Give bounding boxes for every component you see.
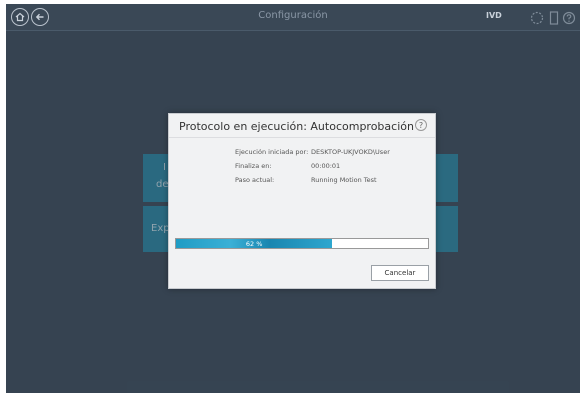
ivd-label: IVD: [486, 11, 502, 20]
info-label: Paso actual:: [235, 176, 275, 184]
info-label: Ejecución iniciada por:: [235, 148, 309, 156]
info-value: 00:00:01: [311, 162, 341, 170]
progress-bar: 62 %: [175, 238, 429, 249]
top-bar: Configuración IVD: [6, 4, 580, 31]
protocol-dialog: Protocolo en ejecución: Autocomprobación…: [168, 113, 436, 289]
divider: [169, 137, 435, 138]
dialog-help-icon[interactable]: ?: [415, 119, 427, 131]
info-label: Finaliza en:: [235, 162, 272, 170]
help-icon[interactable]: [562, 10, 576, 29]
document-icon[interactable]: [549, 10, 559, 29]
info-value: DESKTOP-UKJVOKD\User: [311, 148, 390, 156]
cancel-button[interactable]: Cancelar: [371, 265, 429, 281]
circle-status-icon: [530, 10, 544, 29]
info-value: Running Motion Test: [311, 176, 377, 184]
progress-label: 62 %: [245, 239, 263, 248]
app-window: Configuración IVD I de Exp Protocolo en …: [6, 4, 580, 393]
dialog-title: Protocolo en ejecución: Autocomprobación: [179, 120, 414, 133]
